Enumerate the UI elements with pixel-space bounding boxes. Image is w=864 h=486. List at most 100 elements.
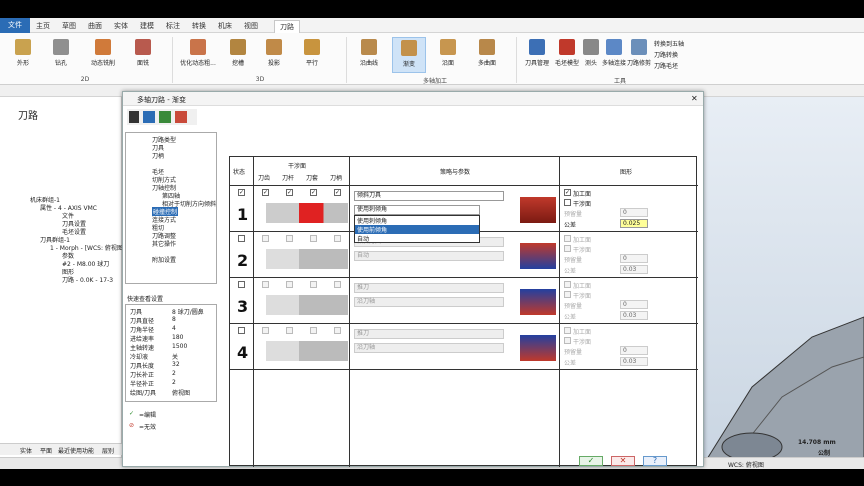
contour-button[interactable]: 外形 (8, 39, 38, 67)
interfere-checkbox[interactable] (334, 189, 341, 196)
stock-input[interactable]: 0 (620, 300, 648, 309)
interfere-checkbox[interactable] (334, 235, 341, 242)
tab-annotate[interactable]: 标注 (162, 20, 184, 33)
dialog-title: 多轴刀路 - 渐变 (137, 96, 186, 104)
tab-file[interactable]: 文件 (0, 18, 30, 33)
dynamic-mill-button[interactable]: 动态铣削 (86, 39, 120, 67)
tilt-dropdown[interactable]: 使用刺倾角 (354, 205, 480, 215)
face-mill-button[interactable]: 面铣 (128, 39, 158, 67)
row-divider (230, 323, 698, 324)
interfere-checkbox[interactable] (286, 327, 293, 334)
stock-model-button[interactable]: 毛坯模型 (552, 39, 582, 67)
tab-transform[interactable]: 转换 (188, 20, 210, 33)
interfere-checkbox[interactable] (286, 189, 293, 196)
interfere-checkbox[interactable] (262, 327, 269, 334)
strategy-dropdown[interactable]: 推刀 (354, 283, 504, 293)
toolpath-stock-button[interactable]: 刀路毛坯 (654, 61, 700, 70)
tolerance-input[interactable]: 0.025 (620, 219, 648, 228)
toolpath-transform-button[interactable]: 刀路转换 (654, 50, 700, 59)
strategy-dropdown[interactable]: 推刀 (354, 329, 504, 339)
quick-value: 1500 (172, 343, 188, 350)
tolerance-input[interactable]: 0.03 (620, 357, 648, 366)
nav-item[interactable]: 刀柄 (152, 151, 164, 160)
row-divider (230, 369, 698, 370)
tilt-dropdown[interactable]: 自动 (354, 251, 504, 261)
interfere-checkbox[interactable] (286, 235, 293, 242)
machine-surface-checkbox[interactable] (564, 281, 571, 288)
bottom-tab-planes[interactable]: 平面 (40, 446, 52, 455)
dropdown-option[interactable]: 自动 (355, 234, 479, 243)
check-surface-checkbox[interactable] (564, 245, 571, 252)
pocket-button[interactable]: 挖槽 (224, 39, 252, 67)
nav-item[interactable]: 其它操作 (152, 239, 176, 248)
check-surface-checkbox[interactable] (564, 337, 571, 344)
pin-icon[interactable] (129, 111, 139, 123)
tolerance-input[interactable]: 0.03 (620, 265, 648, 274)
interfere-checkbox[interactable] (310, 235, 317, 242)
interfere-checkbox[interactable] (334, 327, 341, 334)
tab-machine[interactable]: 机床 (214, 20, 236, 33)
interfere-checkbox[interactable] (334, 281, 341, 288)
tolerance-input[interactable]: 0.03 (620, 311, 648, 320)
bottom-tab-levels[interactable]: 层别 (102, 446, 114, 455)
save-icon[interactable] (143, 111, 155, 123)
tree-item[interactable]: 刀路 - 0.0K - 17-3 (62, 275, 113, 284)
interfere-checkbox[interactable] (262, 235, 269, 242)
cancel-button[interactable]: ✕ (611, 456, 635, 466)
check-surface-checkbox[interactable] (564, 199, 571, 206)
tab-solid[interactable]: 实体 (110, 20, 132, 33)
along-curve-button[interactable]: 沿曲线 (354, 39, 384, 67)
interfere-checkbox[interactable] (310, 189, 317, 196)
stock-input[interactable]: 0 (620, 254, 648, 263)
machine-surface-checkbox[interactable] (564, 235, 571, 242)
tab-view[interactable]: 视图 (240, 20, 262, 33)
bottom-tab-solids[interactable]: 实体 (20, 446, 32, 455)
dynamic-mill-icon (95, 39, 111, 55)
check-surface-checkbox[interactable] (564, 291, 571, 298)
bottom-tab-recent[interactable]: 最近使用功能 (58, 446, 94, 455)
optimized-dynamic-rough-button[interactable]: 优化动态粗... (176, 39, 220, 67)
interfere-checkbox[interactable] (310, 281, 317, 288)
tab-home[interactable]: 主页 (32, 20, 54, 33)
toolpath-manager-panel: 刀路 机床群组-1 属性 - 4 - AXIS VMC 文件 刀具设置 毛坯设置… (0, 97, 125, 458)
interfere-checkbox[interactable] (262, 281, 269, 288)
tab-toolpath[interactable]: 刀路 (274, 20, 300, 33)
interfere-checkbox[interactable] (310, 327, 317, 334)
stock-input[interactable]: 0 (620, 208, 648, 217)
dropdown-option[interactable]: 使用刺倾角 (355, 216, 479, 225)
machine-surface-checkbox[interactable] (564, 189, 571, 196)
nav-item[interactable]: 附加设置 (152, 255, 176, 264)
help-button[interactable]: ? (643, 456, 667, 466)
project-button[interactable]: 投影 (260, 39, 288, 67)
tab-model[interactable]: 建模 (136, 20, 158, 33)
probe-button[interactable]: 测头 (580, 39, 602, 67)
machine-surface-checkbox[interactable] (564, 327, 571, 334)
ok-button[interactable]: ✓ (579, 456, 603, 466)
multi-surface-button[interactable]: 多曲面 (472, 39, 502, 67)
row-enable-checkbox[interactable] (238, 235, 245, 242)
interfere-checkbox[interactable] (262, 189, 269, 196)
stock-input[interactable]: 0 (620, 346, 648, 355)
defaults-icon[interactable] (175, 111, 187, 123)
toolpath-trim-button[interactable]: 刀路修剪 (626, 39, 652, 67)
tab-surface[interactable]: 曲面 (84, 20, 106, 33)
row-enable-checkbox[interactable] (238, 281, 245, 288)
dropdown-option-highlighted[interactable]: 使用前倾角 (355, 225, 479, 234)
morph-button[interactable]: 渐变 (392, 37, 426, 73)
row-enable-checkbox[interactable] (238, 189, 245, 196)
row-enable-checkbox[interactable] (238, 327, 245, 334)
tilt-dropdown[interactable]: 沿刀轴 (354, 297, 504, 307)
along-surface-button[interactable]: 沿面 (434, 39, 462, 67)
tab-sketch[interactable]: 草图 (58, 20, 80, 33)
parallel-button[interactable]: 平行 (298, 39, 326, 67)
dialog-close-button[interactable]: ✕ (691, 94, 698, 103)
save-as-icon[interactable] (159, 111, 171, 123)
tilt-dropdown[interactable]: 沿刀轴 (354, 343, 504, 353)
strategy-dropdown[interactable]: 倾斜刀具 (354, 191, 504, 201)
interfere-checkbox[interactable] (286, 281, 293, 288)
tool-manager-button[interactable]: 刀具管理 (522, 39, 552, 67)
convert-to-5axis-button[interactable]: 转换到五轴 (654, 39, 700, 48)
drill-button[interactable]: 钻孔 (46, 39, 76, 67)
multiaxis-link-button[interactable]: 多轴连接 (600, 39, 628, 67)
part-model-shape (701, 316, 864, 467)
